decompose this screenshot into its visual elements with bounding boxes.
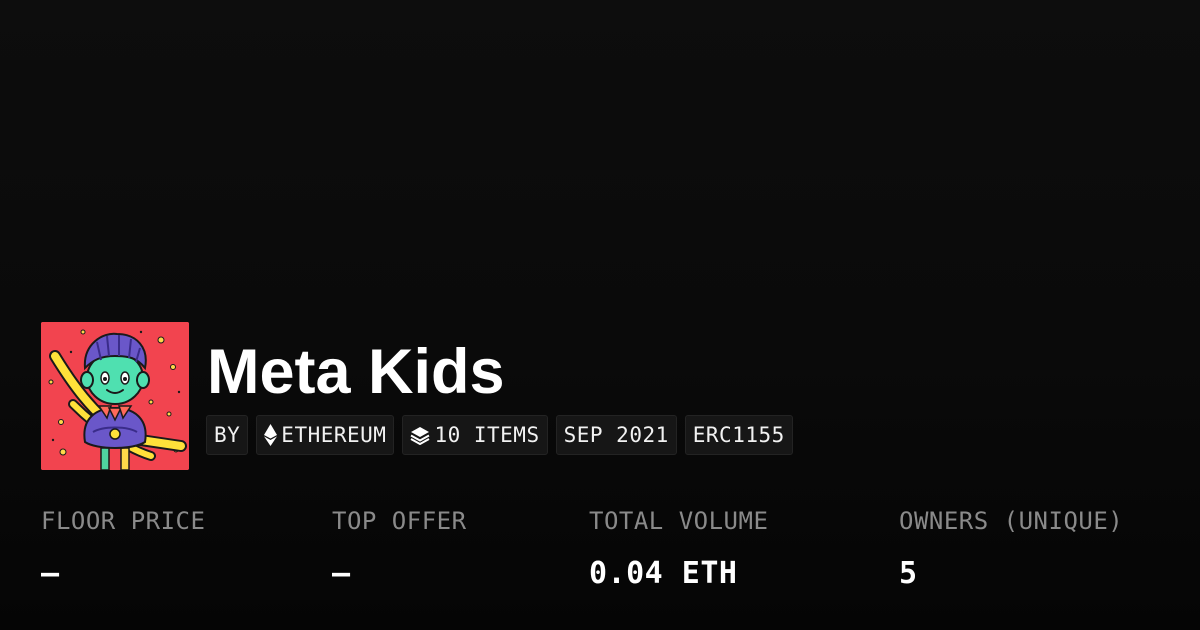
- stat-owners: OWNERS (UNIQUE) 5: [899, 506, 1123, 592]
- tag-by-label: BY: [214, 423, 241, 447]
- tag-by[interactable]: BY: [206, 415, 249, 455]
- stat-top-offer: TOP OFFER —: [332, 506, 467, 592]
- layers-icon: [410, 425, 430, 445]
- tag-items[interactable]: 10 ITEMS: [402, 415, 548, 455]
- collection-avatar: [41, 322, 189, 470]
- stat-value: 0.04 ETH: [589, 556, 738, 591]
- tag-items-label: 10 ITEMS: [434, 423, 540, 447]
- stat-value: —: [332, 556, 351, 591]
- stat-label: TOTAL VOLUME: [589, 507, 769, 535]
- stat-floor-price: FLOOR PRICE —: [41, 506, 205, 592]
- collection-title: Meta Kids: [207, 337, 505, 407]
- tag-standard-label: ERC1155: [692, 423, 785, 447]
- tag-date-label: SEP 2021: [563, 423, 669, 447]
- tag-chain[interactable]: ETHEREUM: [256, 415, 395, 455]
- collection-tags: BY ETHEREUM 10 ITEMS SEP 2021 ERC1155: [206, 415, 793, 455]
- stat-label: FLOOR PRICE: [41, 507, 206, 535]
- stat-label: OWNERS (UNIQUE): [899, 507, 1124, 535]
- tag-standard: ERC1155: [684, 415, 793, 455]
- collection-stats: FLOOR PRICE — TOP OFFER — TOTAL VOLUME 0…: [0, 506, 1200, 606]
- stat-label: TOP OFFER: [332, 507, 467, 535]
- stat-total-volume: TOTAL VOLUME 0.04 ETH: [589, 506, 768, 592]
- stat-value: 5: [899, 556, 918, 591]
- ethereum-icon: [264, 424, 278, 446]
- tag-chain-label: ETHEREUM: [281, 423, 387, 447]
- stat-value: —: [41, 556, 60, 591]
- cartoon-kid-icon: [41, 322, 189, 470]
- tag-date: SEP 2021: [555, 415, 677, 455]
